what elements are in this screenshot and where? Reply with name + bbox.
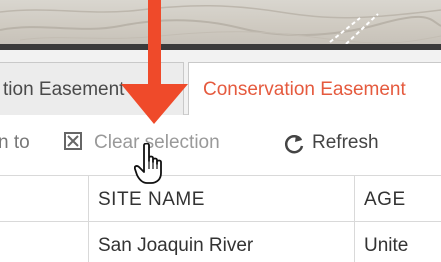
zoom-to-button[interactable]: n to <box>0 132 30 154</box>
map-view[interactable] <box>0 0 441 44</box>
layer-tabs: tion Easement Conservation Easement <box>0 50 441 116</box>
refresh-button[interactable]: Refresh <box>282 132 402 156</box>
column-header-agency[interactable]: AGE <box>364 189 406 211</box>
column-divider <box>88 176 89 262</box>
hand-pointer-icon <box>134 143 162 184</box>
tab-conservation-easement-1[interactable]: tion Easement <box>0 62 184 116</box>
refresh-icon <box>282 132 306 162</box>
tab-conservation-easement-2[interactable]: Conservation Easement <box>188 62 441 116</box>
zoom-to-label: n to <box>0 132 30 153</box>
tab-label: tion Easement <box>3 79 125 100</box>
attribute-table: SITE NAME AGE San Joaquin River Unite <box>0 176 441 262</box>
refresh-label: Refresh <box>312 132 379 153</box>
table-toolbar: n to Clear selection Refresh <box>0 115 441 176</box>
column-divider <box>354 176 355 262</box>
table-cell[interactable]: San Joaquin River <box>98 235 253 257</box>
map-terrain <box>0 5 441 44</box>
table-cell[interactable]: Unite <box>364 235 408 257</box>
tab-label: Conservation Easement <box>203 79 406 100</box>
checkbox-x-icon <box>64 132 82 150</box>
header-divider <box>0 221 441 222</box>
column-header-site-name[interactable]: SITE NAME <box>98 189 205 211</box>
